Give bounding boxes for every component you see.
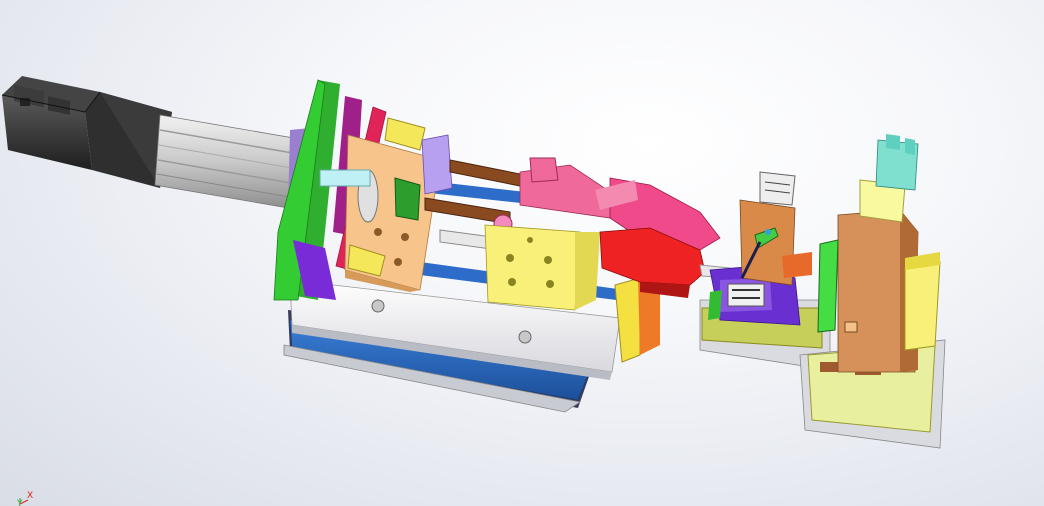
orange-carrier-block[interactable] [739,171,812,286]
servo-motor[interactable] [1,76,172,188]
graphics-viewport[interactable]: Y X [0,0,1044,506]
teal-air-cylinder[interactable] [875,134,919,191]
copper-press-block[interactable] [817,179,941,373]
triad-y-label: Y [16,499,23,506]
cad-model-scene[interactable] [0,0,1044,506]
triad-x-label: X [27,491,33,501]
reference-triad: Y X [16,491,33,506]
